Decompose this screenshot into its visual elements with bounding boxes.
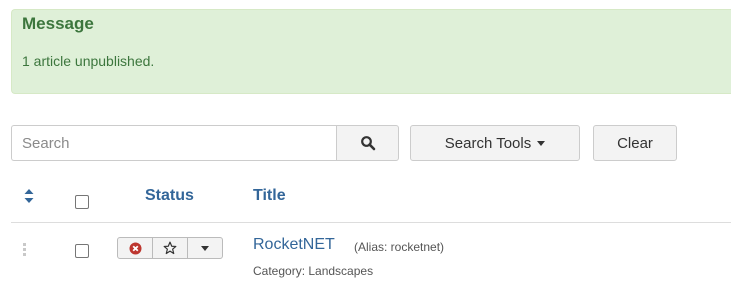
clear-button[interactable]: Clear <box>593 125 677 161</box>
status-column-header[interactable]: Status <box>145 187 194 205</box>
drag-handle-icon[interactable] <box>22 243 28 259</box>
chevron-down-icon <box>537 140 546 146</box>
search-tools-label: Search Tools <box>444 134 532 152</box>
row-checkbox[interactable] <box>75 244 89 258</box>
unpublished-icon <box>129 242 141 254</box>
select-all-checkbox[interactable] <box>75 195 89 209</box>
article-title-link[interactable]: RocketNET <box>253 236 335 254</box>
article-category: Category: Landscapes <box>253 264 374 278</box>
featured-toggle-button[interactable] <box>153 238 188 258</box>
header-divider <box>11 222 731 223</box>
sort-icon[interactable] <box>24 189 34 203</box>
search-input[interactable] <box>11 125 337 161</box>
clear-label: Clear <box>617 134 653 152</box>
star-outline-icon <box>163 241 177 255</box>
article-alias: (Alias: rocketnet) <box>354 240 445 254</box>
unpublish-toggle-button[interactable] <box>118 238 153 258</box>
search-tools-button[interactable]: Search Tools <box>410 125 580 161</box>
search-button[interactable] <box>336 125 399 161</box>
message-text: 1 article unpublished. <box>22 53 155 69</box>
title-column-header[interactable]: Title <box>253 187 286 205</box>
message-alert <box>11 9 731 94</box>
chevron-down-icon <box>201 245 209 251</box>
search-icon <box>360 136 375 151</box>
status-dropdown-toggle[interactable] <box>188 238 222 258</box>
message-heading: Message <box>22 14 94 33</box>
status-button-group <box>117 237 223 259</box>
